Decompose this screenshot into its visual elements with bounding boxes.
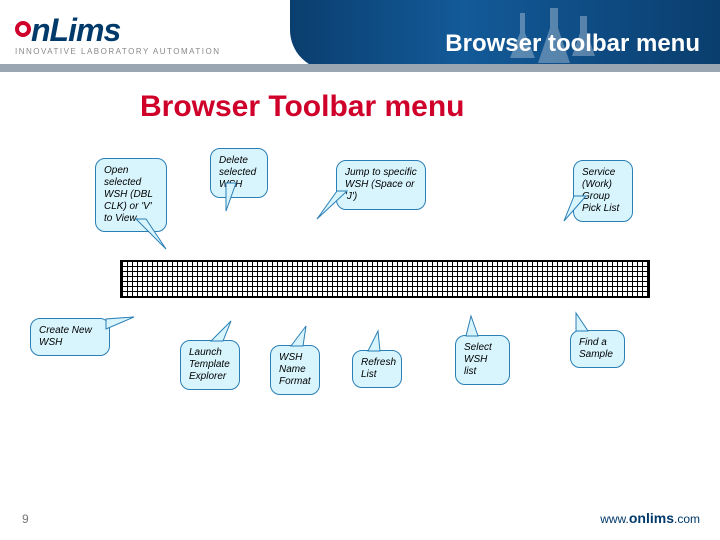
logo-tagline: INNOVATIVE LABORATORY AUTOMATION <box>15 47 221 56</box>
callout-find: Find a Sample <box>570 330 625 368</box>
callout-text: Launch Template Explorer <box>189 347 230 382</box>
callout-create: Create New WSH <box>30 318 110 356</box>
logo: nLims INNOVATIVE LABORATORY AUTOMATION <box>15 12 221 56</box>
callout-jump: Jump to specific WSH (Space or 'J') <box>336 160 426 210</box>
callout-select: Select WSH list <box>455 335 510 385</box>
logo-text: nLims <box>15 12 221 49</box>
header-divider <box>0 64 720 72</box>
footer-url: www.onlims.com <box>600 510 700 526</box>
callout-text: Jump to specific WSH (Space or 'J') <box>345 167 417 202</box>
callout-format: WSH Name Format <box>270 345 320 395</box>
callout-launch: Launch Template Explorer <box>180 340 240 390</box>
callout-delete: Delete selected WSH <box>210 148 268 198</box>
page-number: 9 <box>22 512 29 526</box>
callout-text: Refresh List <box>361 357 396 380</box>
callout-text: Create New WSH <box>39 325 92 348</box>
page-title: Browser Toolbar menu <box>140 90 465 124</box>
toolbar-graphic <box>120 260 650 298</box>
callout-text: WSH Name Format <box>279 352 311 387</box>
callout-text: Find a Sample <box>579 337 613 360</box>
callout-open: Open selected WSH (DBL CLK) or 'V' to Vi… <box>95 158 167 232</box>
footer-post: .com <box>674 512 700 526</box>
footer-pre: www. <box>600 512 629 526</box>
header-title: Browser toolbar menu <box>445 30 700 58</box>
callout-text: Select WSH list <box>464 342 492 377</box>
slide-header: nLims INNOVATIVE LABORATORY AUTOMATION B… <box>0 0 720 80</box>
logo-name: nLims <box>31 12 120 48</box>
callout-refresh: Refresh List <box>352 350 402 388</box>
callout-text: Open selected WSH (DBL CLK) or 'V' to Vi… <box>104 165 153 224</box>
logo-dot-icon <box>15 21 31 37</box>
footer-mid: onlims <box>629 510 674 526</box>
callout-service: Service (Work) Group Pick List <box>573 160 633 222</box>
